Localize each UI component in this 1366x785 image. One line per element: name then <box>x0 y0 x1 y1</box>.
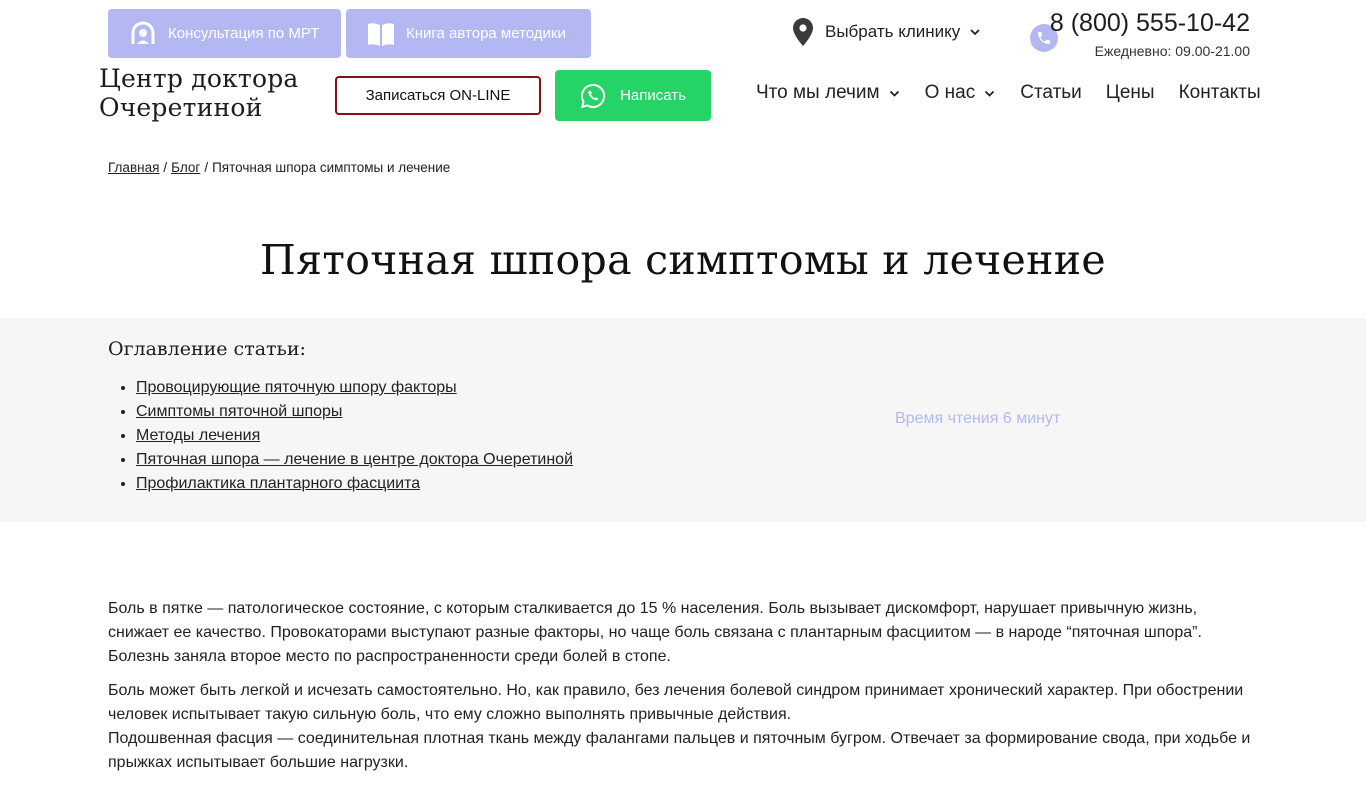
breadcrumb-separator: / <box>204 160 209 175</box>
map-pin-icon <box>793 18 813 46</box>
menu-item-contacts[interactable]: Контакты <box>1179 82 1261 104</box>
author-book-label: Книга автора методики <box>406 25 566 42</box>
whatsapp-write-button[interactable]: Написать <box>555 70 711 121</box>
open-book-icon <box>366 19 396 49</box>
menu-item-articles[interactable]: Статьи <box>1020 82 1082 104</box>
toc-item: Пяточная шпора — лечение в центре доктор… <box>136 448 573 472</box>
toc-item: Методы лечения <box>136 424 573 448</box>
toc-link[interactable]: Симптомы пяточной шпоры <box>136 403 342 420</box>
menu-item-label: Что мы лечим <box>756 82 880 103</box>
phone-number-link[interactable]: 8 (800) 555-10-42 <box>1050 9 1250 38</box>
breadcrumb: Главная / Блог / Пяточная шпора симптомы и л… <box>108 160 450 175</box>
breadcrumb-home-link[interactable]: Главная <box>108 160 159 175</box>
breadcrumb-current: Пяточная шпора симптомы и лечение <box>212 160 451 175</box>
whatsapp-write-label: Написать <box>620 87 686 104</box>
working-hours: Ежедневно: 09.00-21.00 <box>1094 43 1250 59</box>
book-online-button[interactable]: Записаться ON-LINE <box>335 76 541 115</box>
author-book-button[interactable]: Книга автора методики <box>346 9 591 58</box>
logo-line-2: Очеретиной <box>99 93 263 122</box>
logo-line-1: Центр доктора <box>99 64 299 93</box>
article-body: Боль в пятке — патологическое состояние,… <box>108 597 1258 785</box>
mri-consultation-button[interactable]: Консультация по МРТ <box>108 9 341 58</box>
mri-scanner-icon <box>128 19 158 49</box>
toc-item: Симптомы пяточной шпоры <box>136 400 573 424</box>
menu-item-what-we-treat[interactable]: Что мы лечим <box>756 82 901 104</box>
article-paragraph: Боль может быть легкой и исчезать самост… <box>108 682 1244 723</box>
menu-item-label: Цены <box>1105 82 1155 103</box>
page-title: Пяточная шпора симптомы и лечение <box>260 236 1106 284</box>
article-paragraph: Боль в пятке — патологическое состояние,… <box>108 600 1202 665</box>
mri-consultation-label: Консультация по МРТ <box>168 25 320 42</box>
menu-item-about[interactable]: О нас <box>925 82 997 104</box>
chevron-down-icon <box>985 90 995 97</box>
toc-link[interactable]: Пяточная шпора — лечение в центре доктор… <box>136 451 573 468</box>
site-logo[interactable]: Центр доктора Очеретиной <box>99 64 299 122</box>
reading-time: Время чтения 6 минут <box>895 410 1061 427</box>
toc-list: Провоцирующие пяточную шпору факторы Сим… <box>108 376 573 496</box>
menu-item-label: Контакты <box>1178 82 1261 103</box>
toc-title: Оглавление статьи: <box>108 338 306 360</box>
main-menu: Что мы лечим О нас Статьи Цены Контакты <box>756 82 1261 104</box>
choose-clinic-label: Выбрать клинику <box>825 22 961 41</box>
toc-link[interactable]: Методы лечения <box>136 427 260 444</box>
breadcrumb-blog-link[interactable]: Блог <box>171 160 200 175</box>
menu-item-label: Статьи <box>1020 82 1082 103</box>
breadcrumb-separator: / <box>163 160 168 175</box>
table-of-contents: Оглавление статьи: Провоцирующие пяточну… <box>0 318 1366 522</box>
menu-item-prices[interactable]: Цены <box>1106 82 1155 104</box>
chevron-down-icon <box>889 90 899 97</box>
toc-link[interactable]: Провоцирующие пяточную шпору факторы <box>136 379 457 396</box>
toc-item: Профилактика плантарного фасциита <box>136 472 573 496</box>
chevron-down-icon <box>970 29 980 36</box>
toc-item: Провоцирующие пяточную шпору факторы <box>136 376 573 400</box>
toc-link[interactable]: Профилактика плантарного фасциита <box>136 475 420 492</box>
menu-item-label: О нас <box>924 82 976 103</box>
choose-clinic-dropdown[interactable]: Выбрать клинику <box>793 14 982 50</box>
whatsapp-icon <box>580 83 606 108</box>
